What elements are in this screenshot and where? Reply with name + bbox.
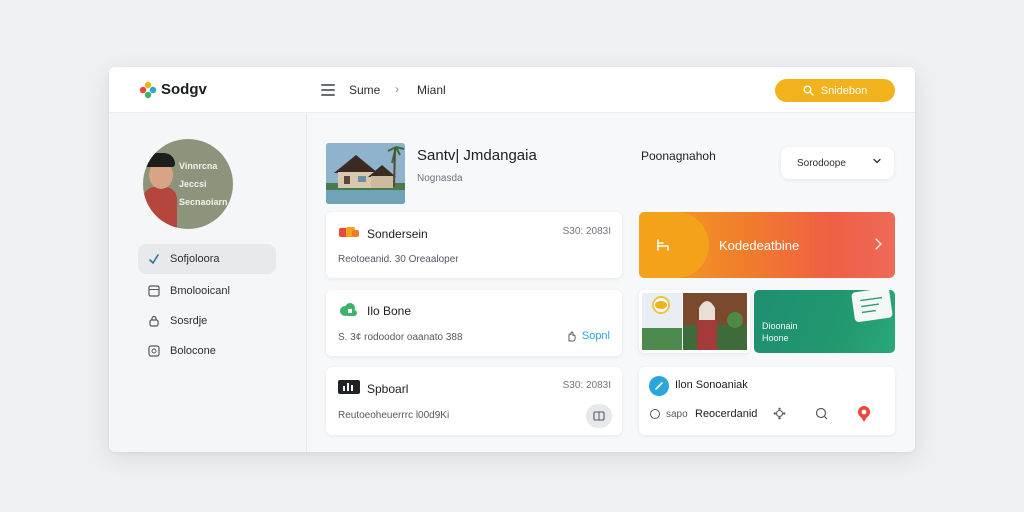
feature-card[interactable]: Kodedeatbine xyxy=(639,212,895,278)
cloud-icon xyxy=(338,302,360,323)
sidebar-item-4[interactable]: Bolocone xyxy=(138,338,276,364)
lock-icon xyxy=(147,315,160,328)
dropdown-value: Sorodoope xyxy=(797,157,846,169)
hero-subtitle: Nognasda xyxy=(417,173,463,184)
hero-thumbnail[interactable] xyxy=(326,143,405,204)
activity-sub-label: sapo xyxy=(666,408,688,420)
app-logo-icon xyxy=(139,81,157,99)
promo-card[interactable]: Dioonain Hoone xyxy=(754,290,895,353)
activity-action[interactable]: Reocerdanid xyxy=(695,408,757,420)
chevron-down-icon xyxy=(872,156,882,169)
card-title: Sondersein xyxy=(367,227,428,241)
sidebar-item-label: Sosrdje xyxy=(170,315,208,327)
hero-title: Santv| Jmdangaia xyxy=(417,147,537,164)
card-meta: S30: 2083I xyxy=(562,226,611,237)
sort-dropdown[interactable]: Sorodoope xyxy=(781,147,894,179)
sofa-icon xyxy=(654,236,672,259)
card-title: Ilo Bone xyxy=(367,304,412,318)
card-open-button[interactable] xyxy=(586,404,612,428)
book-icon xyxy=(593,411,605,421)
note-icon xyxy=(851,290,893,323)
settings-icon[interactable] xyxy=(773,407,786,425)
card-description: Reotoeanid. 30 Oreaaloper xyxy=(338,254,459,265)
pen-icon xyxy=(649,376,669,396)
clock-icon xyxy=(650,409,660,419)
check-icon xyxy=(147,253,160,266)
house-image xyxy=(326,143,405,204)
chevron-right-icon xyxy=(873,237,883,256)
sidebar-item-3[interactable]: Sosrdje xyxy=(138,308,276,334)
search-button[interactable]: Snidebon xyxy=(775,79,895,102)
menu-icon[interactable] xyxy=(321,84,335,96)
feature-label: Kodedeatbine xyxy=(719,238,800,253)
location-pin-icon[interactable] xyxy=(856,405,872,428)
list-card[interactable]: Sondersein S30: 2083I Reotoeanid. 30 Ore… xyxy=(326,212,622,278)
photo-collage xyxy=(642,293,747,350)
hand-icon xyxy=(568,331,576,342)
promo-line-2: Hoone xyxy=(762,333,789,343)
activity-card[interactable]: Ilon Sonoaniak sapo Reocerdanid xyxy=(639,367,895,435)
app-name: Sodgv xyxy=(161,81,207,98)
breadcrumb-item-2[interactable]: Mianl xyxy=(417,83,446,97)
promo-text: Dioonain Hoone xyxy=(762,320,798,344)
sidebar-item-2[interactable]: Bmolooicanl xyxy=(138,278,276,304)
sidebar-nav: Sofjoloora Bmolooicanl Sosrdje Bolocone xyxy=(138,244,276,368)
card-description: Reutoeoheuerrrc l00d9Ki xyxy=(338,410,450,421)
breadcrumb-separator: › xyxy=(395,82,399,96)
search-button-label: Snidebon xyxy=(820,84,868,97)
activity-title: Ilon Sonoaniak xyxy=(675,379,748,391)
sidebar-item-label: Bmolooicanl xyxy=(170,285,230,297)
profile-avatar[interactable]: Vinnrcna Jeccsi Secnaoiarn xyxy=(143,139,233,229)
search-icon[interactable] xyxy=(815,407,828,425)
activity-meta: sapo xyxy=(649,408,688,420)
card-title: Spboarl xyxy=(367,382,409,396)
card-description: S. 3¢ rodoodor oaanato 388 xyxy=(338,332,463,343)
profile-text: Vinnrcna Jeccsi Secnaoiarn xyxy=(179,157,233,211)
box-icon xyxy=(147,345,160,358)
profile-line-1: Vinnrcna xyxy=(179,161,218,171)
list-card[interactable]: Spboarl S30: 2083I Reutoeoheuerrrc l00d9… xyxy=(326,367,622,435)
promo-line-1: Dioonain xyxy=(762,321,798,331)
card-action-link[interactable]: Sopnl xyxy=(565,330,610,342)
sidebar: Sodgv Vinnrcna Jeccsi Secnaoiarn Sofjolo… xyxy=(109,67,307,452)
card-action-label: Sopnl xyxy=(581,330,610,342)
photo-card[interactable] xyxy=(639,290,750,353)
sidebar-item-label: Bolocone xyxy=(170,345,216,357)
panel-title: Poonagnahoh xyxy=(641,149,716,163)
profile-line-2: Jeccsi xyxy=(179,179,207,189)
sidebar-item-label: Sofjoloora xyxy=(170,253,220,265)
top-bar: Sume › Mianl Snidebon xyxy=(307,67,915,113)
breadcrumb-item-1[interactable]: Sume xyxy=(349,83,380,97)
sidebar-item-1[interactable]: Sofjoloora xyxy=(138,244,276,274)
brand-bar: Sodgv xyxy=(109,67,307,113)
app-window: Sodgv Vinnrcna Jeccsi Secnaoiarn Sofjolo… xyxy=(109,67,915,452)
chart-icon xyxy=(338,380,360,394)
search-icon xyxy=(803,85,814,96)
puzzle-icon xyxy=(338,226,360,245)
profile-line-3: Secnaoiarn xyxy=(179,197,228,207)
square-icon xyxy=(147,285,160,298)
list-card[interactable]: Ilo Bone S. 3¢ rodoodor oaanato 388 Sopn… xyxy=(326,290,622,356)
card-meta: S30: 2083I xyxy=(562,380,611,391)
